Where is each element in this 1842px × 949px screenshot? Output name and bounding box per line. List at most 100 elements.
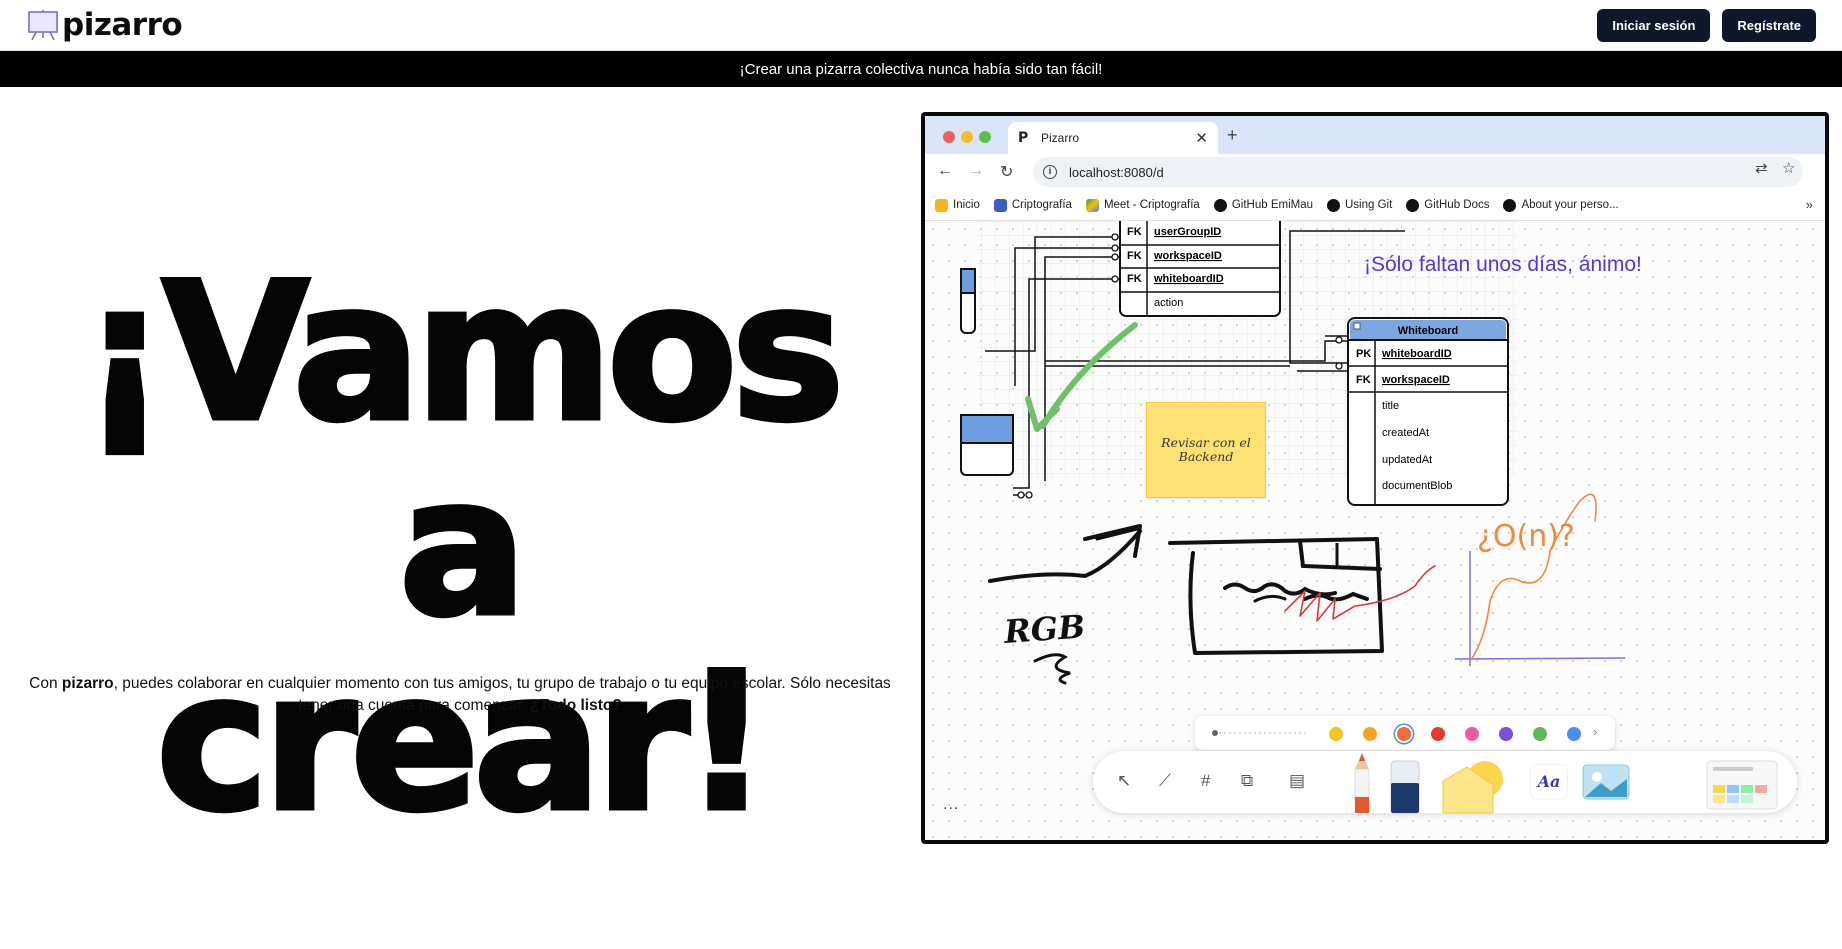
color-swatch-blue (1567, 727, 1581, 741)
color-palette-bar: › (1195, 716, 1615, 750)
maximize-window-icon (979, 131, 991, 143)
wb-key-1: PK (1356, 348, 1371, 360)
more-options-icon: ... (943, 796, 960, 813)
color-swatch-amber (1363, 727, 1377, 741)
hero-desc-middle: , puedes colaborar en cualquier momento … (113, 675, 891, 714)
handwriting-rgb: RGB (1002, 607, 1086, 651)
pencil-tool-icon (1354, 753, 1370, 813)
hero-desc-prefix: Con (29, 675, 62, 692)
github-icon (1327, 198, 1340, 212)
handwriting-bigo: ¿O(n)? (1477, 519, 1575, 554)
translate-icon: ⇄ (1755, 160, 1768, 177)
address-bar: i localhost:8080/d (1033, 157, 1803, 187)
color-swatch-green (1533, 727, 1547, 741)
wb-field-2: workspaceID (1381, 374, 1450, 386)
bookmark-item: Inicio (935, 198, 980, 212)
meet-icon (1085, 198, 1099, 212)
github-icon (1406, 198, 1420, 212)
browser-toolbar: ← → ↻ i localhost:8080/d ⇄ ☆ (925, 154, 1825, 190)
templates-tool-icon (1706, 760, 1778, 810)
table-top-key-2: FK (1127, 250, 1142, 262)
github-icon (1503, 198, 1517, 212)
browser-tabstrip: P Pizarro ✕ + (925, 116, 1825, 154)
bookmark-item: About your perso... (1503, 198, 1619, 212)
logo-text: pizarro (62, 7, 183, 43)
easel-icon (26, 8, 60, 42)
hero-desc-cta: ¿Todo listo? (529, 697, 622, 714)
table-top-field-4: action (1154, 297, 1183, 309)
whiteboard-table-title: Whiteboard (1398, 325, 1459, 337)
site-info-icon: i (1043, 165, 1057, 179)
color-swatch-yellow (1329, 727, 1343, 741)
eraser-tool-icon (1390, 760, 1420, 814)
select-tool-icon: ↖ (1117, 771, 1132, 790)
color-swatch-red (1431, 727, 1445, 741)
bookmark-item: GitHub Docs (1406, 198, 1490, 212)
table-top-key-1: FK (1127, 226, 1142, 238)
wb-field-3: title (1382, 400, 1399, 412)
contacts-icon (935, 198, 948, 212)
wb-field-1: whiteboardID (1381, 348, 1452, 360)
whiteboard-toolbar: ↖ ⟋ # ⧉ ▤ Aa (1093, 751, 1797, 814)
table-top-field-3: whiteboardID (1153, 273, 1224, 285)
bookmark-item: GitHub EmiMau (1213, 198, 1313, 212)
color-swatch-pink (1465, 727, 1479, 741)
pizarro-favicon-icon: P (1018, 130, 1029, 146)
bookmark-item: Meet - Criptografía (1085, 198, 1200, 212)
presentation-tool-icon: ⧉ (1241, 771, 1254, 790)
shapes-tool-icon (1442, 761, 1503, 814)
chevron-right-icon: › (1593, 724, 1598, 739)
login-button[interactable]: Iniciar sesión (1597, 8, 1711, 42)
logo[interactable]: pizarro (26, 7, 183, 43)
table-top-field-1: userGroupID (1154, 226, 1221, 238)
minimize-window-icon (961, 131, 973, 143)
bookmark-label: GitHub Docs (1424, 199, 1490, 211)
bookmarks-bar: Inicio Criptografía Meet - Criptografía … (925, 190, 1825, 221)
bookmark-item: Criptografía (993, 198, 1072, 212)
stroke-size-slider (1212, 730, 1305, 736)
close-window-icon (943, 131, 955, 143)
wb-field-6: documentBlob (1382, 480, 1452, 492)
back-icon: ← (937, 162, 953, 179)
bookmark-label: Meet - Criptografía (1103, 199, 1200, 211)
address-url: localhost:8080/d (1069, 164, 1164, 180)
bookmark-label: Criptografía (1011, 199, 1072, 211)
text-tool-icon: Aa (1531, 765, 1567, 799)
table-top-key-3: FK (1127, 273, 1142, 285)
notes-tool-icon: ▤ (1289, 771, 1306, 790)
forward-icon: → (968, 162, 984, 179)
browser-tab-title: Pizarro (1041, 131, 1080, 145)
bookmark-label: GitHub EmiMau (1231, 199, 1313, 211)
bookmark-item: Using Git (1327, 198, 1393, 212)
table-top-field-2: workspaceID (1153, 250, 1222, 262)
color-swatch-purple (1499, 727, 1513, 741)
wb-field-4: createdAt (1382, 427, 1429, 439)
app-preview-screenshot: P Pizarro ✕ + ← → ↻ i localhost:8080/d ⇄… (921, 112, 1829, 844)
bookmark-star-icon: ☆ (1782, 160, 1796, 177)
canvas-message: ¡Sólo faltan unos días, ánimo! (1364, 253, 1642, 276)
more-bookmarks-icon: » (1805, 197, 1813, 212)
sticky-note: Revisar con el Backend (1146, 402, 1266, 498)
layout-icon (993, 198, 1007, 212)
reload-icon: ↻ (1000, 164, 1014, 181)
connector-tool-icon: ⟋ (1159, 771, 1171, 790)
browser-tab: P Pizarro ✕ (1008, 122, 1218, 154)
hero-desc-brand: pizarro (61, 675, 114, 692)
wb-key-2: FK (1356, 374, 1371, 386)
site-header: pizarro Iniciar sesión Regístrate (0, 0, 1842, 51)
frame-tool-icon: # (1201, 771, 1211, 790)
register-button[interactable]: Regístrate (1722, 8, 1816, 42)
bookmark-label: Inicio (953, 199, 980, 211)
wb-field-5: updatedAt (1382, 454, 1432, 466)
announcement-banner: ¡Crear una pizarra colectiva nunca había… (0, 51, 1842, 87)
announcement-text: ¡Crear una pizarra colectiva nunca había… (739, 60, 1103, 78)
hero-title-line1: ¡Vamos a (79, 242, 847, 658)
whiteboard-canvas: FK userGroupID FK workspaceID FK whitebo… (925, 221, 1825, 840)
bookmark-label: About your perso... (1521, 199, 1619, 211)
hero-description: Con pizarro, puedes colaborar en cualqui… (20, 673, 900, 717)
new-tab-icon: + (1227, 125, 1238, 145)
github-icon (1213, 198, 1227, 212)
hero-title: ¡Vamos a crear! (0, 242, 920, 843)
bookmark-label: Using Git (1345, 199, 1393, 211)
image-tool-icon (1582, 764, 1630, 800)
